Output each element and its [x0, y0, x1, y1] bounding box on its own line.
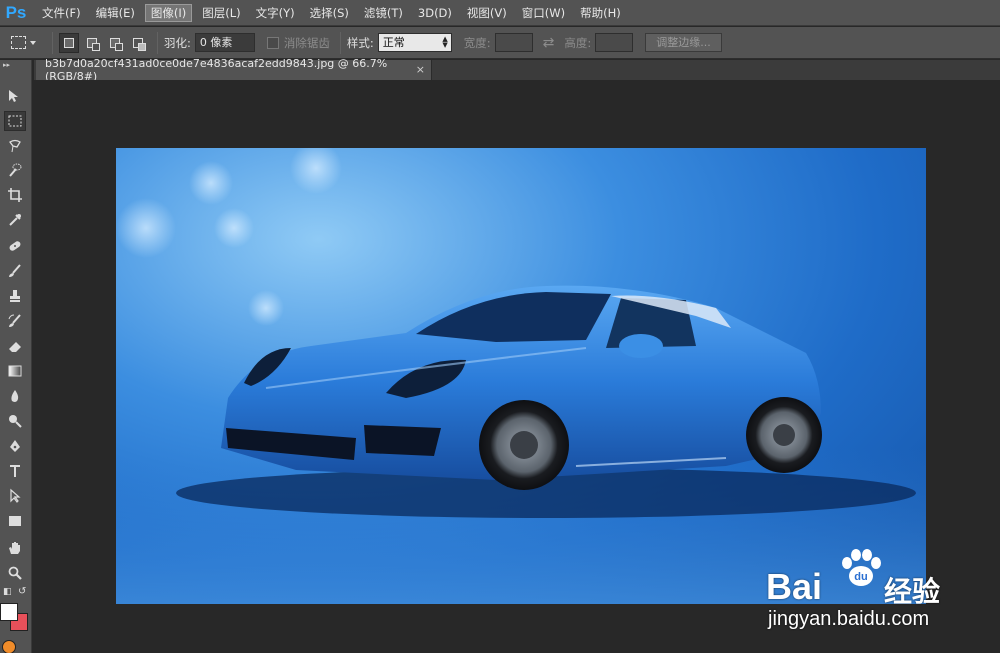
menu-item-8[interactable]: 视图(V)	[462, 4, 512, 22]
menu-item-2[interactable]: 图像(I)	[144, 3, 193, 22]
default-colors-icon[interactable]: ◧	[3, 587, 12, 597]
divider	[157, 31, 158, 54]
zoom-tool[interactable]	[4, 563, 26, 583]
menu-item-5[interactable]: 选择(S)	[305, 4, 354, 22]
add-to-selection-button[interactable]	[82, 33, 102, 53]
menu-item-9[interactable]: 窗口(W)	[517, 4, 570, 22]
menu-item-7[interactable]: 3D(D)	[413, 4, 457, 22]
crop-icon	[8, 188, 22, 202]
quick-select-icon	[9, 163, 22, 177]
updown-arrows-icon: ▲ ▼	[442, 35, 448, 49]
menu-item-4[interactable]: 文字(Y)	[251, 4, 300, 22]
move-icon	[9, 90, 18, 102]
type-tool[interactable]	[4, 461, 26, 481]
menu-item-0[interactable]: 文件(F)	[37, 4, 86, 22]
rect-marquee-icon	[8, 115, 22, 127]
style-select[interactable]: 正常 ▲ ▼	[377, 33, 452, 52]
options-bar: 羽化: 0 像素 消除锯齿 样式: 正常 ▲ ▼ 宽度: ⇄ 高度: 调整边缘..…	[0, 27, 1000, 59]
watermark-jingyan: 经验	[884, 575, 941, 608]
pen-icon	[10, 440, 20, 452]
stamp-icon	[10, 290, 20, 302]
crop-tool[interactable]	[4, 185, 26, 205]
brush-tool[interactable]	[4, 261, 26, 281]
swap-colors-icon[interactable]: ↺	[18, 586, 26, 597]
hand-tool[interactable]	[4, 538, 26, 558]
watermark-url: jingyan.baidu.com	[768, 608, 930, 630]
style-label: 样式:	[346, 35, 374, 50]
drop-icon	[11, 390, 19, 402]
foreground-color-swatch[interactable]	[0, 603, 18, 621]
dodge-tool[interactable]	[4, 411, 26, 431]
dodge-icon	[9, 415, 22, 428]
watermark-brand: Bai	[766, 566, 823, 607]
clone-stamp-tool[interactable]	[4, 286, 26, 306]
intersect-selection-button[interactable]	[128, 33, 148, 53]
quick-mask-icon[interactable]	[2, 640, 16, 653]
chevron-down-icon	[29, 40, 36, 45]
lasso-tool[interactable]	[4, 136, 26, 156]
blue-sports-car-image	[116, 148, 926, 604]
lasso-icon	[9, 139, 21, 153]
style-select-value: 正常	[382, 36, 405, 49]
height-label: 高度:	[564, 35, 592, 50]
menu-item-1[interactable]: 编辑(E)	[91, 4, 140, 22]
menu-item-6[interactable]: 滤镜(T)	[359, 4, 408, 22]
hand-icon	[9, 542, 20, 554]
width-input[interactable]	[494, 33, 533, 52]
svg-text:du: du	[854, 571, 867, 583]
gradient-icon	[8, 365, 22, 377]
antialias-checkbox[interactable]	[266, 36, 279, 49]
tool-preset-picker[interactable]	[0, 27, 46, 59]
rectangle-icon	[9, 516, 21, 526]
quick-select-tool[interactable]	[4, 160, 26, 180]
intersect-selection-icon	[133, 37, 146, 51]
rectangle-tool[interactable]	[4, 511, 26, 531]
document-tab[interactable]: b3b7d0a20cf431ad0ce0de7e4836acaf2edd9843…	[36, 57, 432, 83]
collapse-panel-icon[interactable]: ▸▸	[0, 60, 31, 70]
divider	[52, 31, 53, 54]
close-icon[interactable]: ×	[416, 63, 425, 76]
history-brush-tool[interactable]	[4, 311, 26, 331]
new-selection-icon	[64, 37, 74, 48]
path-selection-tool[interactable]	[4, 486, 26, 506]
feather-label: 羽化:	[164, 35, 191, 50]
photoshop-logo: Ps	[5, 2, 27, 22]
rect-marquee-icon	[10, 36, 26, 49]
type-icon	[10, 465, 20, 477]
blur-tool[interactable]	[4, 386, 26, 406]
gradient-tool[interactable]	[4, 361, 26, 381]
eyedropper-icon	[9, 214, 21, 226]
antialias-label: 消除锯齿	[283, 35, 330, 50]
baidu-jingyan-watermark: du Bai 经验 jingyan.baidu.com	[766, 548, 1000, 638]
menu-bar: Ps 文件(F) 编辑(E) 图像(I) 图层(L) 文字(Y) 选择(S) 滤镜(T) 3D…	[0, 0, 1000, 26]
eyedropper-tool[interactable]	[4, 210, 26, 230]
path-select-icon	[10, 488, 21, 503]
paw-icon: du	[842, 549, 881, 586]
healing-brush-tool[interactable]	[4, 236, 26, 256]
menu-item-10[interactable]: 帮助(H)	[575, 4, 626, 22]
refine-edge-button[interactable]: 调整边缘...	[645, 33, 722, 52]
eraser-icon	[9, 342, 21, 352]
subtract-selection-button[interactable]	[105, 33, 125, 53]
bandage-icon	[9, 241, 21, 251]
move-tool[interactable]	[4, 86, 26, 106]
eraser-tool[interactable]	[4, 336, 26, 356]
document-canvas[interactable]	[116, 148, 926, 604]
zoom-icon	[8, 566, 22, 580]
width-label: 宽度:	[463, 35, 491, 50]
history-brush-icon	[8, 314, 21, 327]
rect-marquee-tool[interactable]	[4, 111, 26, 131]
tools-panel: ▸▸ ◧ ↺	[0, 60, 32, 653]
divider	[339, 31, 341, 54]
swap-icon[interactable]: ⇄	[543, 35, 555, 51]
height-input[interactable]	[595, 33, 634, 52]
menu-item-3[interactable]: 图层(L)	[197, 4, 245, 22]
add-selection-icon	[87, 37, 100, 51]
brush-icon	[9, 264, 21, 277]
new-selection-button[interactable]	[59, 32, 79, 53]
subtract-selection-icon	[110, 37, 123, 51]
pen-tool[interactable]	[4, 436, 26, 456]
document-tab-bar: b3b7d0a20cf431ad0ce0de7e4836acaf2edd9843…	[34, 57, 1000, 83]
feather-input[interactable]: 0 像素	[194, 33, 255, 52]
